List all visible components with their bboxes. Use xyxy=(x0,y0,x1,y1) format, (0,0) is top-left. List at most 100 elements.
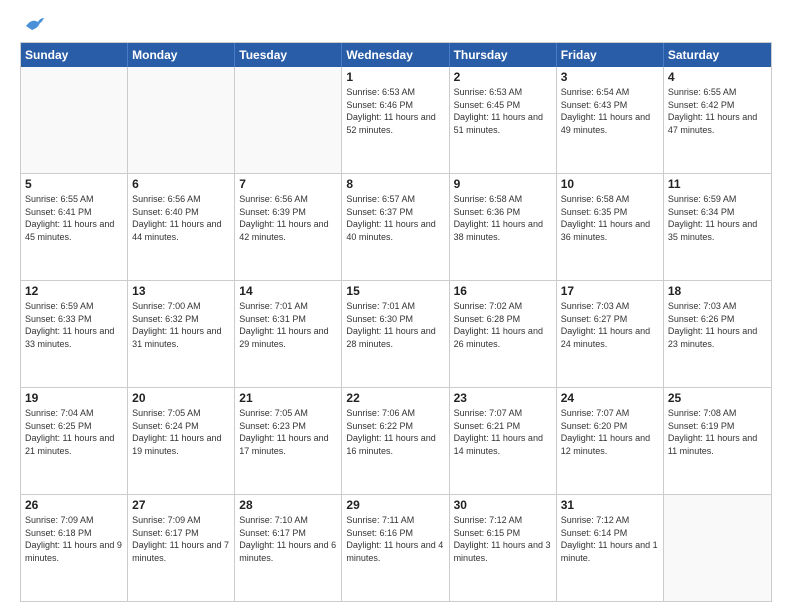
empty-cell xyxy=(664,495,771,601)
day-cell-30: 30 Sunrise: 7:12 AMSunset: 6:15 PMDayligh… xyxy=(450,495,557,601)
empty-cell xyxy=(128,67,235,173)
day-cell-17: 17 Sunrise: 7:03 AMSunset: 6:27 PMDayligh… xyxy=(557,281,664,387)
sun-info: Sunrise: 7:07 AMSunset: 6:21 PMDaylight:… xyxy=(454,407,552,457)
day-cell-16: 16 Sunrise: 7:02 AMSunset: 6:28 PMDayligh… xyxy=(450,281,557,387)
empty-cell xyxy=(235,67,342,173)
day-cell-4: 4Sunrise: 6:55 AMSunset: 6:42 PMDaylight… xyxy=(664,67,771,173)
sun-info: Sunrise: 6:58 AMSunset: 6:35 PMDaylight:… xyxy=(561,193,659,243)
day-cell-21: 21 Sunrise: 7:05 AMSunset: 6:23 PMDayligh… xyxy=(235,388,342,494)
day-number: 2 xyxy=(454,70,552,84)
calendar-row-3: 19 Sunrise: 7:04 AMSunset: 6:25 PMDayligh… xyxy=(21,387,771,494)
empty-cell xyxy=(21,67,128,173)
day-cell-24: 24Sunrise: 7:07 AMSunset: 6:20 PMDayligh… xyxy=(557,388,664,494)
day-cell-20: 20 Sunrise: 7:05 AMSunset: 6:24 PMDayligh… xyxy=(128,388,235,494)
day-number: 17 xyxy=(561,284,659,298)
day-number: 25 xyxy=(668,391,767,405)
sun-info: Sunrise: 7:10 AMSunset: 6:17 PMDaylight:… xyxy=(239,514,337,564)
sun-info: Sunrise: 7:09 AMSunset: 6:18 PMDaylight:… xyxy=(25,514,123,564)
day-cell-7: 7 Sunrise: 6:56 AMSunset: 6:39 PMDaylight… xyxy=(235,174,342,280)
sun-info: Sunrise: 6:53 AMSunset: 6:46 PMDaylight:… xyxy=(346,86,444,136)
sun-info: Sunrise: 6:56 AMSunset: 6:40 PMDaylight:… xyxy=(132,193,230,243)
day-cell-9: 9 Sunrise: 6:58 AMSunset: 6:36 PMDaylight… xyxy=(450,174,557,280)
day-cell-12: 12 Sunrise: 6:59 AMSunset: 6:33 PMDayligh… xyxy=(21,281,128,387)
day-number: 3 xyxy=(561,70,659,84)
sun-info: Sunrise: 7:01 AMSunset: 6:31 PMDaylight:… xyxy=(239,300,337,350)
weekday-header-sunday: Sunday xyxy=(21,43,128,67)
sun-info: Sunrise: 6:55 AMSunset: 6:42 PMDaylight:… xyxy=(668,86,767,136)
sun-info: Sunrise: 7:12 AMSunset: 6:14 PMDaylight:… xyxy=(561,514,659,564)
sun-info: Sunrise: 7:03 AMSunset: 6:27 PMDaylight:… xyxy=(561,300,659,350)
sun-info: Sunrise: 7:04 AMSunset: 6:25 PMDaylight:… xyxy=(25,407,123,457)
day-cell-13: 13 Sunrise: 7:00 AMSunset: 6:32 PMDayligh… xyxy=(128,281,235,387)
sun-info: Sunrise: 7:05 AMSunset: 6:24 PMDaylight:… xyxy=(132,407,230,457)
day-cell-3: 3 Sunrise: 6:54 AMSunset: 6:43 PMDaylight… xyxy=(557,67,664,173)
day-cell-5: 5Sunrise: 6:55 AMSunset: 6:41 PMDaylight… xyxy=(21,174,128,280)
day-number: 14 xyxy=(239,284,337,298)
sun-info: Sunrise: 7:06 AMSunset: 6:22 PMDaylight:… xyxy=(346,407,444,457)
sun-info: Sunrise: 6:58 AMSunset: 6:36 PMDaylight:… xyxy=(454,193,552,243)
weekday-header-saturday: Saturday xyxy=(664,43,771,67)
day-number: 23 xyxy=(454,391,552,405)
calendar-body: 1 Sunrise: 6:53 AMSunset: 6:46 PMDaylight… xyxy=(21,67,771,601)
sun-info: Sunrise: 7:08 AMSunset: 6:19 PMDaylight:… xyxy=(668,407,767,457)
sun-info: Sunrise: 7:02 AMSunset: 6:28 PMDaylight:… xyxy=(454,300,552,350)
day-number: 1 xyxy=(346,70,444,84)
day-cell-27: 27Sunrise: 7:09 AMSunset: 6:17 PMDayligh… xyxy=(128,495,235,601)
day-cell-14: 14 Sunrise: 7:01 AMSunset: 6:31 PMDayligh… xyxy=(235,281,342,387)
weekday-header-wednesday: Wednesday xyxy=(342,43,449,67)
day-number: 20 xyxy=(132,391,230,405)
day-number: 19 xyxy=(25,391,123,405)
day-cell-1: 1 Sunrise: 6:53 AMSunset: 6:46 PMDaylight… xyxy=(342,67,449,173)
sun-info: Sunrise: 6:55 AMSunset: 6:41 PMDaylight:… xyxy=(25,193,123,243)
day-cell-23: 23 Sunrise: 7:07 AMSunset: 6:21 PMDayligh… xyxy=(450,388,557,494)
calendar-row-0: 1 Sunrise: 6:53 AMSunset: 6:46 PMDaylight… xyxy=(21,67,771,173)
day-cell-11: 11Sunrise: 6:59 AMSunset: 6:34 PMDayligh… xyxy=(664,174,771,280)
sun-info: Sunrise: 7:01 AMSunset: 6:30 PMDaylight:… xyxy=(346,300,444,350)
day-number: 16 xyxy=(454,284,552,298)
day-number: 7 xyxy=(239,177,337,191)
day-number: 10 xyxy=(561,177,659,191)
sun-info: Sunrise: 7:03 AMSunset: 6:26 PMDaylight:… xyxy=(668,300,767,350)
calendar: SundayMondayTuesdayWednesdayThursdayFrid… xyxy=(20,42,772,602)
day-number: 18 xyxy=(668,284,767,298)
weekday-header-thursday: Thursday xyxy=(450,43,557,67)
day-cell-19: 19 Sunrise: 7:04 AMSunset: 6:25 PMDayligh… xyxy=(21,388,128,494)
calendar-header: SundayMondayTuesdayWednesdayThursdayFrid… xyxy=(21,43,771,67)
day-cell-2: 2Sunrise: 6:53 AMSunset: 6:45 PMDaylight… xyxy=(450,67,557,173)
day-cell-28: 28 Sunrise: 7:10 AMSunset: 6:17 PMDayligh… xyxy=(235,495,342,601)
sun-info: Sunrise: 7:09 AMSunset: 6:17 PMDaylight:… xyxy=(132,514,230,564)
sun-info: Sunrise: 7:07 AMSunset: 6:20 PMDaylight:… xyxy=(561,407,659,457)
day-number: 12 xyxy=(25,284,123,298)
sun-info: Sunrise: 6:57 AMSunset: 6:37 PMDaylight:… xyxy=(346,193,444,243)
weekday-header-monday: Monday xyxy=(128,43,235,67)
day-number: 6 xyxy=(132,177,230,191)
weekday-header-tuesday: Tuesday xyxy=(235,43,342,67)
day-number: 30 xyxy=(454,498,552,512)
calendar-row-4: 26Sunrise: 7:09 AMSunset: 6:18 PMDayligh… xyxy=(21,494,771,601)
day-number: 21 xyxy=(239,391,337,405)
day-cell-31: 31 Sunrise: 7:12 AMSunset: 6:14 PMDayligh… xyxy=(557,495,664,601)
day-cell-26: 26Sunrise: 7:09 AMSunset: 6:18 PMDayligh… xyxy=(21,495,128,601)
day-number: 11 xyxy=(668,177,767,191)
weekday-header-friday: Friday xyxy=(557,43,664,67)
day-number: 29 xyxy=(346,498,444,512)
calendar-row-1: 5Sunrise: 6:55 AMSunset: 6:41 PMDaylight… xyxy=(21,173,771,280)
logo-bird-icon xyxy=(24,16,46,34)
sun-info: Sunrise: 6:56 AMSunset: 6:39 PMDaylight:… xyxy=(239,193,337,243)
day-number: 9 xyxy=(454,177,552,191)
day-number: 13 xyxy=(132,284,230,298)
day-cell-22: 22Sunrise: 7:06 AMSunset: 6:22 PMDayligh… xyxy=(342,388,449,494)
sun-info: Sunrise: 6:54 AMSunset: 6:43 PMDaylight:… xyxy=(561,86,659,136)
header xyxy=(20,16,772,34)
calendar-row-2: 12 Sunrise: 6:59 AMSunset: 6:33 PMDayligh… xyxy=(21,280,771,387)
day-number: 15 xyxy=(346,284,444,298)
sun-info: Sunrise: 7:12 AMSunset: 6:15 PMDaylight:… xyxy=(454,514,552,564)
sun-info: Sunrise: 7:05 AMSunset: 6:23 PMDaylight:… xyxy=(239,407,337,457)
sun-info: Sunrise: 7:00 AMSunset: 6:32 PMDaylight:… xyxy=(132,300,230,350)
day-number: 31 xyxy=(561,498,659,512)
sun-info: Sunrise: 6:59 AMSunset: 6:33 PMDaylight:… xyxy=(25,300,123,350)
day-number: 28 xyxy=(239,498,337,512)
logo xyxy=(20,16,46,34)
day-cell-18: 18 Sunrise: 7:03 AMSunset: 6:26 PMDayligh… xyxy=(664,281,771,387)
sun-info: Sunrise: 7:11 AMSunset: 6:16 PMDaylight:… xyxy=(346,514,444,564)
